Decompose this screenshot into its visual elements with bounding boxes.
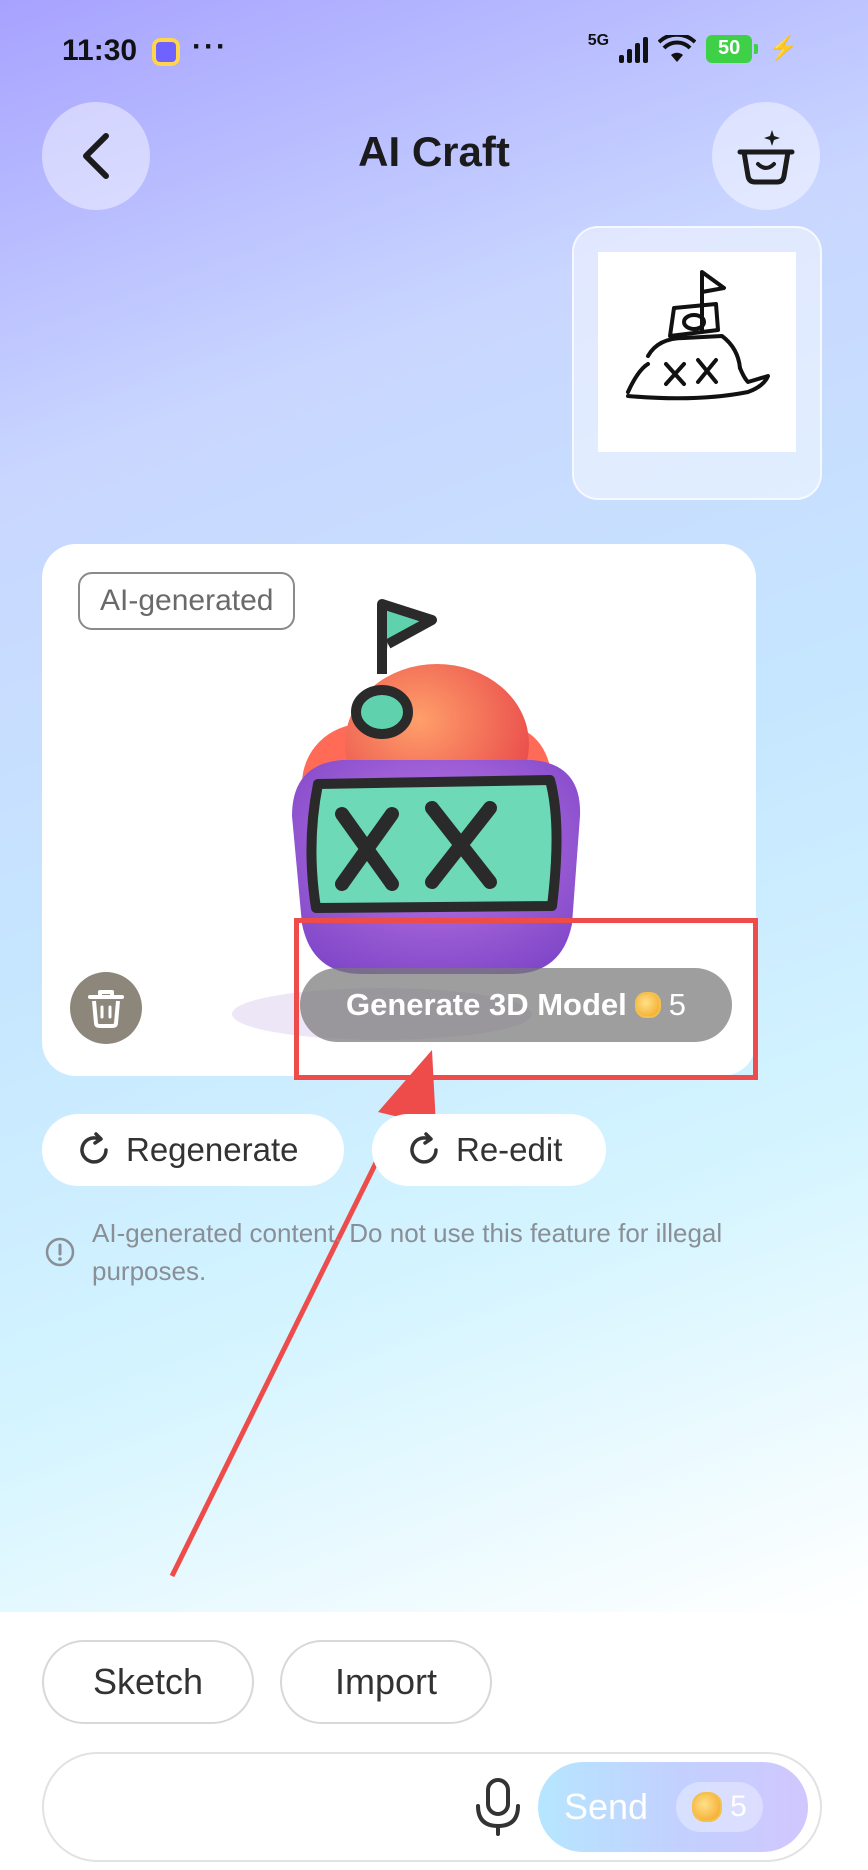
send-cost-badge: 5 [676, 1782, 763, 1832]
send-button[interactable]: Send 5 [538, 1762, 808, 1852]
disclaimer: AI-generated content. Do not use this fe… [44, 1214, 784, 1290]
import-tab[interactable]: Import [280, 1640, 492, 1724]
status-more: ··· [192, 30, 228, 63]
regenerate-button[interactable]: Regenerate [42, 1114, 344, 1186]
bottom-input-panel: Sketch Import Send 5 [0, 1612, 868, 1870]
trash-icon [88, 990, 124, 1028]
network-type: 5G [587, 31, 610, 49]
send-cost: 5 [730, 1790, 747, 1823]
wifi-icon [657, 32, 697, 63]
refresh-icon [410, 1132, 438, 1164]
charging-icon: ⚡ [768, 35, 798, 62]
send-label: Send [564, 1786, 649, 1827]
sketch-thumbnail[interactable] [572, 226, 822, 500]
sketch-image [598, 252, 796, 452]
sketch-tab[interactable]: Sketch [42, 1640, 254, 1724]
prompt-input[interactable]: Send 5 [42, 1752, 822, 1862]
battery-icon: 50 [706, 34, 759, 63]
delete-button[interactable] [70, 972, 142, 1044]
my-creations-button[interactable] [712, 102, 820, 210]
disclaimer-text: AI-generated content. Do not use this fe… [92, 1218, 723, 1286]
status-time: 11:30 [62, 34, 138, 67]
ai-generated-badge: AI-generated [78, 572, 296, 630]
signal-icon [619, 35, 649, 63]
microphone-icon[interactable] [470, 1776, 526, 1838]
reedit-label: Re-edit [456, 1131, 563, 1168]
highlight-box [294, 918, 758, 1080]
refresh-icon [80, 1132, 108, 1164]
regenerate-label: Regenerate [126, 1131, 299, 1168]
basket-sparkle-icon [737, 130, 795, 185]
info-icon [45, 1237, 75, 1267]
coin-icon [692, 1792, 723, 1822]
reedit-button[interactable]: Re-edit [372, 1114, 606, 1186]
app-notification-icon [152, 38, 180, 66]
status-bar: 11:30 ··· 5G 50 ⚡ [0, 0, 868, 100]
status-indicators: 5G 50 ⚡ [587, 31, 798, 63]
